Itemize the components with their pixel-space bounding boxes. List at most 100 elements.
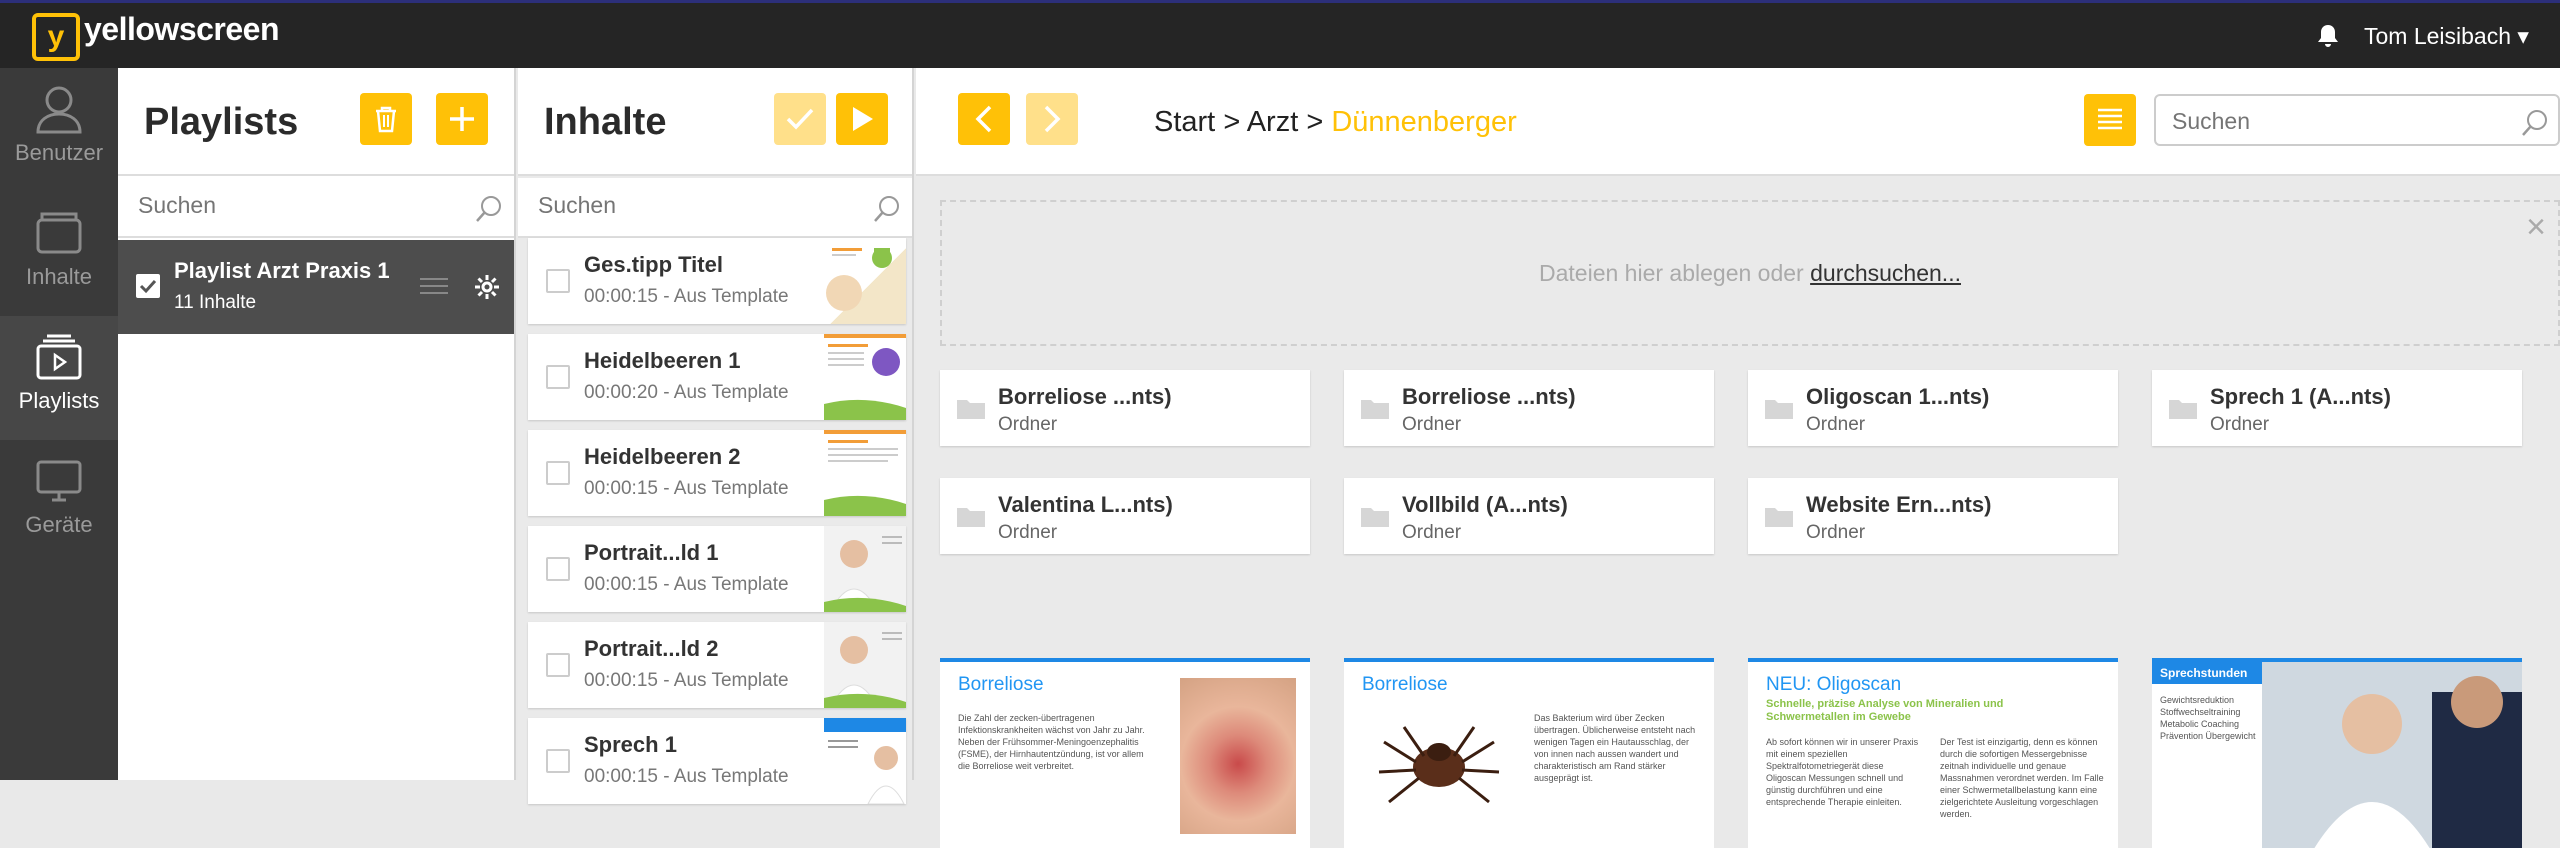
delete-playlist-button[interactable]: [360, 93, 412, 145]
inhalte-search-input[interactable]: [538, 192, 838, 219]
content-item[interactable]: Heidelbeeren 2 00:00:15 - Aus Template: [528, 430, 906, 516]
list-view-button[interactable]: [2084, 94, 2136, 146]
browse-link[interactable]: durchsuchen...: [1810, 260, 1961, 286]
search-icon[interactable]: [2520, 108, 2550, 138]
content-checkbox[interactable]: [546, 749, 570, 773]
rash-photo: [1180, 678, 1296, 834]
folder-item[interactable]: Valentina L...nts) Ordner: [940, 478, 1310, 554]
content-checkbox[interactable]: [546, 557, 570, 581]
playlist-item[interactable]: Playlist Arzt Praxis 1 11 Inhalte: [118, 240, 514, 334]
content-checkbox[interactable]: [546, 365, 570, 389]
rail-label: Inhalte: [25, 264, 93, 289]
add-playlist-button[interactable]: [436, 93, 488, 145]
rail-item-playlists[interactable]: Playlists: [0, 316, 118, 440]
gear-icon[interactable]: [474, 274, 500, 300]
folder-icon: [36, 212, 82, 254]
folder-type: Ordner: [1806, 522, 1866, 543]
logo-icon[interactable]: y: [32, 13, 80, 61]
confirm-button[interactable]: [774, 93, 826, 145]
rail-item-benutzer[interactable]: Benutzer: [0, 68, 118, 192]
content-thumbnail: [824, 334, 906, 420]
content-card[interactable]: Borreliose Das Bakterium wird über Zecke…: [1344, 658, 1714, 848]
main-area: Start > Arzt > Dünnenberger Dateien hier…: [916, 68, 2560, 848]
breadcrumb-arzt[interactable]: Arzt: [1247, 106, 1299, 138]
drag-handle-icon[interactable]: [420, 276, 448, 296]
content-checkbox[interactable]: [546, 461, 570, 485]
content-checkbox[interactable]: [546, 269, 570, 293]
rail-item-inhalte[interactable]: Inhalte: [0, 192, 118, 316]
content-item[interactable]: Portrait...ld 2 00:00:15 - Aus Template: [528, 622, 906, 708]
folder-item[interactable]: Borreliose ...nts) Ordner: [940, 370, 1310, 446]
user-icon: [36, 86, 82, 134]
content-title: Sprech 1: [584, 732, 677, 757]
chevron-right-icon: [1044, 105, 1061, 133]
back-button[interactable]: [958, 93, 1010, 145]
content-title: Portrait...ld 1: [584, 540, 719, 565]
list-view-icon: [2098, 108, 2122, 130]
inhalte-header: Inhalte: [518, 68, 912, 176]
folder-type: Ordner: [1402, 522, 1462, 543]
folder-item[interactable]: Vollbild (A...nts) Ordner: [1344, 478, 1714, 554]
content-title: Heidelbeeren 2: [584, 444, 741, 469]
playlist-checkbox[interactable]: [136, 274, 160, 298]
bell-icon[interactable]: [2316, 23, 2340, 49]
content-subtitle: 00:00:15 - Aus Template: [584, 766, 789, 787]
folder-type: Ordner: [1806, 414, 1866, 435]
search-icon[interactable]: [474, 194, 504, 224]
folder-item[interactable]: Borreliose ...nts) Ordner: [1344, 370, 1714, 446]
content-item[interactable]: Portrait...ld 1 00:00:15 - Aus Template: [528, 526, 906, 612]
check-icon: [139, 279, 157, 294]
card-title: Sprechstunden: [2152, 662, 2262, 684]
rail-label: Geräte: [25, 512, 93, 537]
rail-item-geraete[interactable]: Geräte: [0, 440, 118, 564]
user-menu[interactable]: Tom Leisibach ▾: [2364, 23, 2529, 50]
card-subtitle: Schnelle, präzise Analyse von Mineralien…: [1766, 698, 2004, 723]
content-item[interactable]: Sprech 1 00:00:15 - Aus Template: [528, 718, 906, 804]
folder-item[interactable]: Website Ern...nts) Ordner: [1748, 478, 2118, 554]
folder-name: Vollbild (A...nts): [1402, 492, 1568, 517]
main-search: [2154, 94, 2560, 146]
folder-item[interactable]: Sprech 1 (A...nts) Ordner: [2152, 370, 2522, 446]
folder-name: Oligoscan 1...nts): [1806, 384, 1990, 409]
rail-label: Playlists: [18, 388, 100, 413]
folder-icon: [1361, 400, 1389, 419]
content-item[interactable]: Heidelbeeren 1 00:00:20 - Aus Template: [528, 334, 906, 420]
search-icon[interactable]: [872, 194, 902, 224]
folder-name: Borreliose ...nts): [1402, 384, 1576, 409]
content-thumbnail: [824, 718, 906, 804]
play-button[interactable]: [836, 93, 888, 145]
upload-dropzone[interactable]: Dateien hier ablegen oder durchsuchen...: [940, 200, 2560, 346]
playlists-search-input[interactable]: [138, 192, 438, 219]
breadcrumb-start[interactable]: Start: [1154, 106, 1215, 138]
content-subtitle: 00:00:15 - Aus Template: [584, 670, 789, 691]
folder-item[interactable]: Oligoscan 1...nts) Ordner: [1748, 370, 2118, 446]
doctor-photo: [2262, 662, 2522, 848]
content-card[interactable]: Borreliose Die Zahl der zecken-übertrage…: [940, 658, 1310, 848]
playlists-icon: [36, 334, 82, 380]
main-search-input[interactable]: [2172, 108, 2512, 135]
content-card[interactable]: Sprechstunden Gewichtsreduktion Stoffwec…: [2152, 658, 2522, 848]
content-item[interactable]: Ges.tipp Titel 00:00:15 - Aus Template: [528, 238, 906, 324]
card-text: Das Bakterium wird über Zecken übertrage…: [1534, 713, 1696, 783]
rail-label: Benutzer: [14, 140, 104, 165]
inhalte-panel: Inhalte Ges.tipp Titel 00:00:15 - Aus Te…: [518, 68, 914, 804]
breadcrumb-separator: >: [1306, 106, 1324, 138]
chevron-left-icon: [975, 105, 992, 133]
content-title: Heidelbeeren 1: [584, 348, 741, 373]
folder-type: Ordner: [1402, 414, 1462, 435]
top-bar: y yellowscreen Tom Leisibach ▾: [0, 0, 2560, 68]
nav-rail: Benutzer Inhalte Playlists Geräte: [0, 68, 118, 780]
content-thumbnail: [824, 622, 906, 708]
card-title: Borreliose: [1362, 674, 1448, 695]
content-card[interactable]: NEU: Oligoscan Schnelle, präzise Analyse…: [1748, 658, 2118, 848]
card-text-2: Der Test ist einzigartig, denn es können…: [1940, 737, 2104, 819]
folder-icon: [1765, 508, 1793, 527]
content-checkbox[interactable]: [546, 653, 570, 677]
folder-icon: [957, 400, 985, 419]
close-icon[interactable]: ×: [2526, 208, 2546, 247]
plus-icon: [450, 107, 474, 131]
forward-button[interactable]: [1026, 93, 1078, 145]
folder-name: Borreliose ...nts): [998, 384, 1172, 409]
playlist-name: Playlist Arzt Praxis 1: [174, 258, 390, 283]
card-title: Borreliose: [958, 674, 1044, 695]
